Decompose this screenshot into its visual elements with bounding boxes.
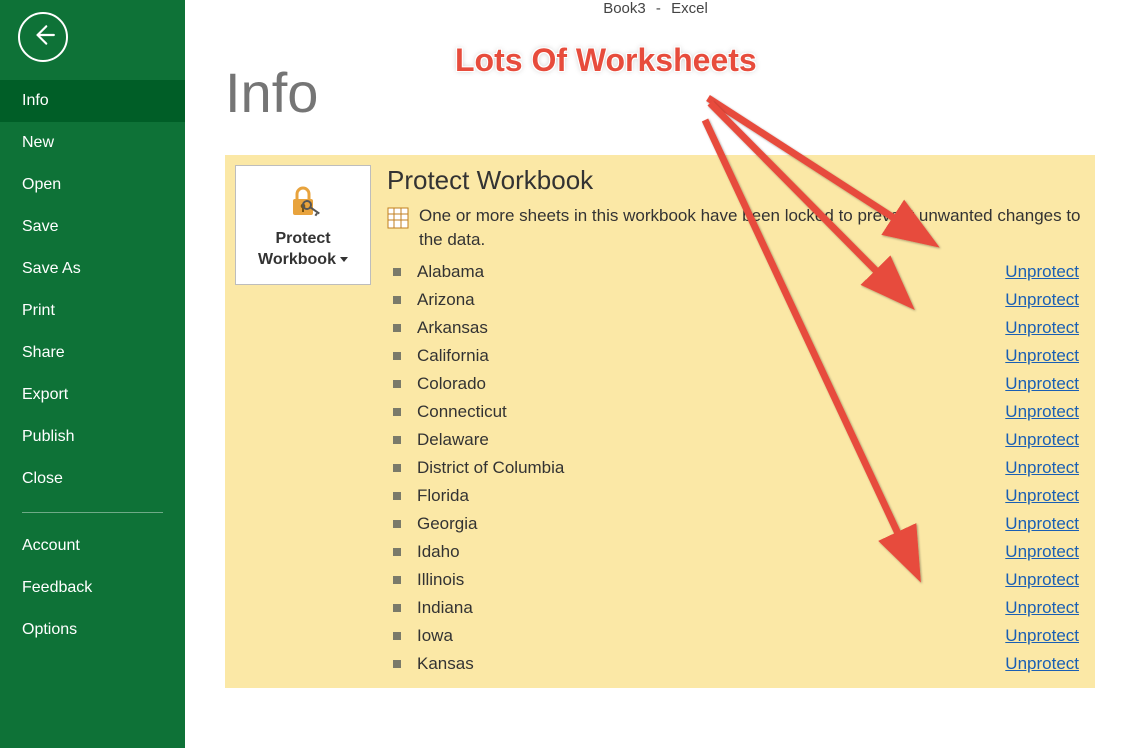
unprotect-link[interactable]: Unprotect (1005, 290, 1085, 310)
sheet-name: District of Columbia (417, 458, 1005, 478)
sheet-name: Arkansas (417, 318, 1005, 338)
worksheet-icon (387, 207, 409, 236)
sheet-bullet-icon (393, 296, 401, 304)
sheet-bullet-icon (393, 408, 401, 416)
sheet-name: California (417, 346, 1005, 366)
protect-description: One or more sheets in this workbook have… (419, 204, 1085, 252)
sheet-bullet-icon (393, 324, 401, 332)
unprotect-link[interactable]: Unprotect (1005, 262, 1085, 282)
sidebar-item-feedback[interactable]: Feedback (0, 567, 185, 609)
unprotect-link[interactable]: Unprotect (1005, 570, 1085, 590)
unprotect-link[interactable]: Unprotect (1005, 626, 1085, 646)
sheet-row: ArizonaUnprotect (387, 286, 1085, 314)
protect-heading: Protect Workbook (387, 165, 1085, 196)
sheet-bullet-icon (393, 268, 401, 276)
sheet-name: Delaware (417, 430, 1005, 450)
sheet-row: KansasUnprotect (387, 650, 1085, 678)
sidebar-item-publish[interactable]: Publish (0, 416, 185, 458)
protected-sheet-list: AlabamaUnprotectArizonaUnprotectArkansas… (387, 258, 1085, 678)
sheet-name: Colorado (417, 374, 1005, 394)
sheet-row: GeorgiaUnprotect (387, 510, 1085, 538)
backstage-sidebar: InfoNewOpenSaveSave AsPrintShareExportPu… (0, 0, 185, 748)
sheet-name: Idaho (417, 542, 1005, 562)
sheet-row: DelawareUnprotect (387, 426, 1085, 454)
unprotect-link[interactable]: Unprotect (1005, 654, 1085, 674)
title-bar: Book3 - Excel (185, 0, 1126, 18)
sheet-row: FloridaUnprotect (387, 482, 1085, 510)
unprotect-link[interactable]: Unprotect (1005, 318, 1085, 338)
sidebar-item-options[interactable]: Options (0, 609, 185, 651)
protect-description-row: One or more sheets in this workbook have… (387, 204, 1085, 252)
sidebar-menu: InfoNewOpenSaveSave AsPrintShareExportPu… (0, 80, 185, 500)
sheet-name: Iowa (417, 626, 1005, 646)
sheet-row: District of ColumbiaUnprotect (387, 454, 1085, 482)
sheet-row: IndianaUnprotect (387, 594, 1085, 622)
sheet-name: Illinois (417, 570, 1005, 590)
doc-title: Book3 (603, 0, 646, 17)
unprotect-link[interactable]: Unprotect (1005, 402, 1085, 422)
sidebar-item-close[interactable]: Close (0, 458, 185, 500)
sheet-bullet-icon (393, 604, 401, 612)
sheet-row: ColoradoUnprotect (387, 370, 1085, 398)
sheet-row: IdahoUnprotect (387, 538, 1085, 566)
unprotect-link[interactable]: Unprotect (1005, 598, 1085, 618)
sidebar-divider (22, 512, 163, 513)
sheet-bullet-icon (393, 520, 401, 528)
sheet-bullet-icon (393, 436, 401, 444)
sheet-name: Alabama (417, 262, 1005, 282)
main-content: Info Protect Workbook (185, 20, 1126, 748)
unprotect-link[interactable]: Unprotect (1005, 542, 1085, 562)
unprotect-link[interactable]: Unprotect (1005, 486, 1085, 506)
sheet-bullet-icon (393, 660, 401, 668)
sheet-row: IllinoisUnprotect (387, 566, 1085, 594)
unprotect-link[interactable]: Unprotect (1005, 374, 1085, 394)
page-title: Info (225, 60, 1126, 125)
sidebar-footer-menu: AccountFeedbackOptions (0, 525, 185, 651)
sidebar-item-info[interactable]: Info (0, 80, 185, 122)
protect-panel-body: Protect Workbook One or more sheets in t… (371, 165, 1085, 678)
sheet-row: ConnecticutUnprotect (387, 398, 1085, 426)
sheet-row: IowaUnprotect (387, 622, 1085, 650)
sheet-row: AlabamaUnprotect (387, 258, 1085, 286)
unprotect-link[interactable]: Unprotect (1005, 514, 1085, 534)
unprotect-link[interactable]: Unprotect (1005, 458, 1085, 478)
protect-workbook-panel: Protect Workbook Protect Workbook One or… (225, 155, 1095, 688)
sidebar-item-export[interactable]: Export (0, 374, 185, 416)
sidebar-item-account[interactable]: Account (0, 525, 185, 567)
title-separator: - (656, 0, 661, 17)
sheet-name: Florida (417, 486, 1005, 506)
protect-button-label: Protect Workbook (258, 229, 348, 271)
sheet-name: Indiana (417, 598, 1005, 618)
sidebar-item-open[interactable]: Open (0, 164, 185, 206)
sidebar-item-share[interactable]: Share (0, 332, 185, 374)
sheet-bullet-icon (393, 464, 401, 472)
back-arrow-icon (30, 22, 56, 53)
protect-button-line2: Workbook (258, 251, 336, 268)
sheet-bullet-icon (393, 632, 401, 640)
sheet-bullet-icon (393, 380, 401, 388)
app-name: Excel (671, 0, 708, 17)
sidebar-item-save[interactable]: Save (0, 206, 185, 248)
sidebar-item-new[interactable]: New (0, 122, 185, 164)
sheet-bullet-icon (393, 492, 401, 500)
sheet-bullet-icon (393, 576, 401, 584)
sheet-row: ArkansasUnprotect (387, 314, 1085, 342)
sheet-name: Georgia (417, 514, 1005, 534)
protect-workbook-button[interactable]: Protect Workbook (235, 165, 371, 285)
unprotect-link[interactable]: Unprotect (1005, 430, 1085, 450)
sheet-bullet-icon (393, 352, 401, 360)
sheet-name: Arizona (417, 290, 1005, 310)
protect-button-line1: Protect (275, 230, 330, 247)
sheet-name: Connecticut (417, 402, 1005, 422)
dropdown-caret-icon (340, 257, 348, 262)
lock-key-icon (283, 179, 323, 223)
back-button[interactable] (18, 12, 68, 62)
sheet-name: Kansas (417, 654, 1005, 674)
sheet-row: CaliforniaUnprotect (387, 342, 1085, 370)
sidebar-item-save-as[interactable]: Save As (0, 248, 185, 290)
sheet-bullet-icon (393, 548, 401, 556)
sidebar-item-print[interactable]: Print (0, 290, 185, 332)
unprotect-link[interactable]: Unprotect (1005, 346, 1085, 366)
